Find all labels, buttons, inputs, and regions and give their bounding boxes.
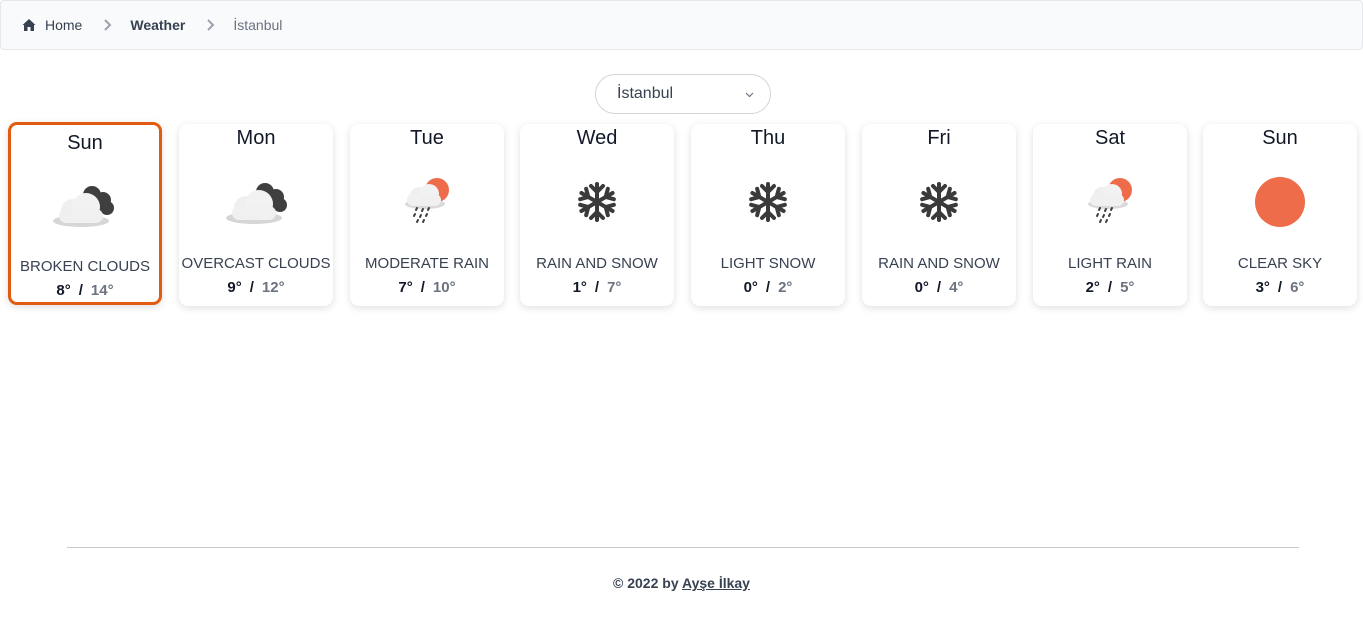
chevron-right-icon xyxy=(207,19,215,31)
forecast-day: Fri xyxy=(927,127,951,149)
city-select-value: İstanbul xyxy=(617,85,674,102)
forecast-day: Wed xyxy=(576,127,618,149)
forecast-card[interactable]: Sun CLEAR SKY 3° / 6° xyxy=(1203,124,1357,306)
forecast-description: LIGHT RAIN xyxy=(1068,255,1152,272)
forecast-card[interactable]: Fri RAIN AND SNOW 0° / 4° xyxy=(862,124,1016,306)
footer-author-link[interactable]: Ayşe İlkay xyxy=(682,575,750,591)
forecast-day: Mon xyxy=(236,127,276,149)
forecast-description: OVERCAST CLOUDS xyxy=(181,255,331,272)
forecast-day: Tue xyxy=(410,127,444,149)
overcast-clouds-icon xyxy=(216,174,296,234)
chevron-down-icon xyxy=(745,92,754,98)
forecast-description: BROKEN CLOUDS xyxy=(19,258,151,275)
forecast-card[interactable]: Wed RAIN AND SNOW 1° / 7° xyxy=(520,124,674,306)
temp-high: 10° xyxy=(432,279,456,296)
temp-high: 6° xyxy=(1290,279,1305,296)
forecast-day: Sat xyxy=(1094,127,1126,149)
temp-separator: / xyxy=(936,279,942,296)
temp-separator: / xyxy=(1277,279,1283,296)
forecast-description: LIGHT SNOW xyxy=(720,255,816,272)
sun-icon xyxy=(1240,174,1320,234)
rain-icon xyxy=(1070,174,1150,234)
temp-separator: / xyxy=(249,279,254,296)
chevron-right-icon xyxy=(104,19,112,31)
forecast-description: CLEAR SKY xyxy=(1237,255,1323,272)
snowflake-icon xyxy=(899,174,979,234)
rain-icon xyxy=(387,174,467,234)
forecast-description: RAIN AND SNOW xyxy=(878,255,1000,272)
footer-divider xyxy=(67,547,1299,548)
temp-separator: / xyxy=(78,282,83,299)
breadcrumb-home[interactable]: Home xyxy=(22,17,82,33)
forecast-day: Sun xyxy=(67,132,103,154)
forecast-day: Thu xyxy=(750,127,786,149)
footer-copyright: © 2022 by xyxy=(613,575,679,591)
temp-high: 14° xyxy=(90,282,114,299)
forecast-temps: 9° / 12° xyxy=(179,279,333,296)
forecast-temps: 3° / 6° xyxy=(1203,279,1357,296)
forecast-card[interactable]: Sun BROKEN CLOUDS 8° / 14° xyxy=(8,122,162,305)
forecast-card[interactable]: Thu LIGHT SNOW 0° / 2° xyxy=(691,124,845,306)
forecast-temps: 8° / 14° xyxy=(11,282,159,299)
city-select[interactable]: İstanbul xyxy=(595,74,771,114)
forecast-temps: 2° / 5° xyxy=(1033,279,1187,296)
temp-low: 7° xyxy=(398,279,413,296)
temp-low: 9° xyxy=(227,279,242,296)
forecast-temps: 0° / 4° xyxy=(862,279,1016,296)
broken-clouds-icon xyxy=(43,177,123,237)
forecast-temps: 0° / 2° xyxy=(691,279,845,296)
forecast-description: MODERATE RAIN xyxy=(365,255,489,272)
temp-low: 8° xyxy=(56,282,71,299)
forecast-temps: 7° / 10° xyxy=(350,279,504,296)
forecast-card[interactable]: Mon OVERCAST CLOUDS 9° / 12° xyxy=(179,124,333,306)
temp-high: 4° xyxy=(949,279,964,296)
temp-high: 12° xyxy=(261,279,285,296)
temp-separator: / xyxy=(594,279,600,296)
breadcrumb: Home Weather İstanbul xyxy=(0,0,1363,50)
temp-low: 0° xyxy=(743,279,758,296)
snowflake-icon xyxy=(728,174,808,234)
forecast-day: Sun xyxy=(1262,127,1298,149)
temp-low: 3° xyxy=(1255,279,1270,296)
temp-separator: / xyxy=(1107,279,1113,296)
snowflake-icon xyxy=(557,174,637,234)
breadcrumb-home-label: Home xyxy=(45,17,83,33)
breadcrumb-weather[interactable]: Weather xyxy=(130,17,185,33)
footer: © 2022 by Ayşe İlkay xyxy=(0,575,1363,591)
home-icon xyxy=(22,19,36,31)
forecast-card[interactable]: Sat LIGHT RAIN 2° / 5° xyxy=(1033,124,1187,306)
temp-separator: / xyxy=(765,279,771,296)
temp-separator: / xyxy=(420,279,425,296)
forecast-description: RAIN AND SNOW xyxy=(536,255,658,272)
temp-low: 2° xyxy=(1085,279,1100,296)
breadcrumb-current: İstanbul xyxy=(233,17,283,33)
temp-low: 1° xyxy=(572,279,587,296)
forecast-card[interactable]: Tue MODERATE RAIN 7° / 10° xyxy=(350,124,504,306)
forecast-temps: 1° / 7° xyxy=(520,279,674,296)
temp-high: 5° xyxy=(1120,279,1135,296)
temp-low: 0° xyxy=(914,279,929,296)
temp-high: 7° xyxy=(607,279,622,296)
temp-high: 2° xyxy=(778,279,793,296)
